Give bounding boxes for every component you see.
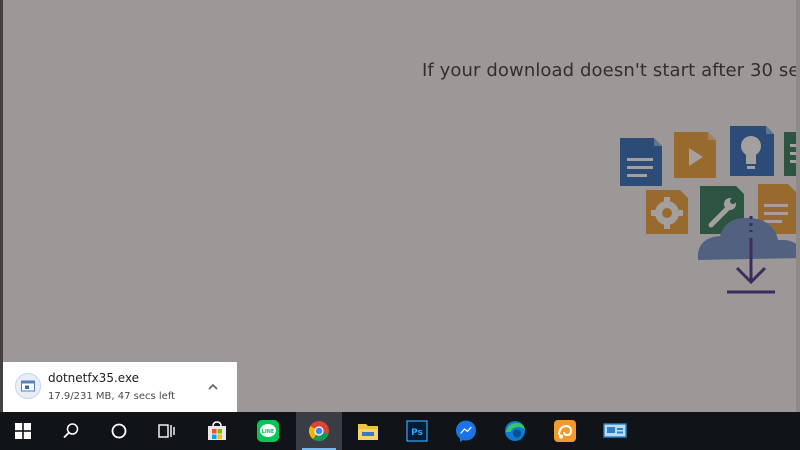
cortana-button[interactable] [96,412,142,450]
photoshop-label: Ps [411,428,423,438]
remote-desktop-icon [603,423,627,438]
chrome-icon [308,421,329,442]
video-tile-icon [674,132,716,178]
store-button[interactable] [194,412,240,450]
document-tile-icon [620,138,662,186]
windows-start-icon [15,423,31,439]
search-icon [63,423,79,439]
start-button[interactable] [0,412,46,450]
download-message: If your download doesn't start after 30 … [422,60,800,81]
chevron-up-icon [208,383,218,390]
microsoft-store-icon [208,421,226,440]
file-explorer-button[interactable] [345,412,391,450]
edge-button[interactable] [492,412,538,450]
messenger-button[interactable] [443,412,489,450]
download-progress-text: 17.9/231 MB, 47 secs left [48,391,176,402]
download-file-name[interactable]: dotnetfx35.exe [48,371,139,385]
uc-browser-icon [554,420,576,442]
window-border-right [796,0,800,412]
download-item[interactable]: dotnetfx35.exe 17.9/231 MB, 47 secs left [3,362,237,412]
line-app-icon: LINE [257,420,279,442]
file-icon-circle [15,373,41,399]
photoshop-icon: Ps [406,420,428,442]
executable-file-icon [15,373,41,399]
task-view-button[interactable] [144,412,190,450]
line-app-button[interactable]: LINE [245,412,291,450]
cortana-circle-icon [111,423,127,439]
gear-tile-icon [646,190,688,234]
window-border-left [0,0,3,412]
uc-browser-button[interactable] [542,412,588,450]
screen: If your download doesn't start after 30 … [0,0,800,450]
lightbulb-tile-icon [730,126,774,176]
chrome-button[interactable] [296,412,342,450]
task-view-icon [158,424,175,438]
messenger-icon [456,420,476,442]
download-illustration [620,126,800,294]
remote-desktop-button[interactable] [592,412,638,450]
file-explorer-icon [358,424,378,440]
edge-icon [505,421,525,441]
taskbar: LINE Ps [0,412,800,450]
search-button[interactable] [48,412,94,450]
photoshop-button[interactable]: Ps [394,412,440,450]
download-options-button[interactable] [203,377,223,397]
line-app-label: LINE [262,429,275,435]
